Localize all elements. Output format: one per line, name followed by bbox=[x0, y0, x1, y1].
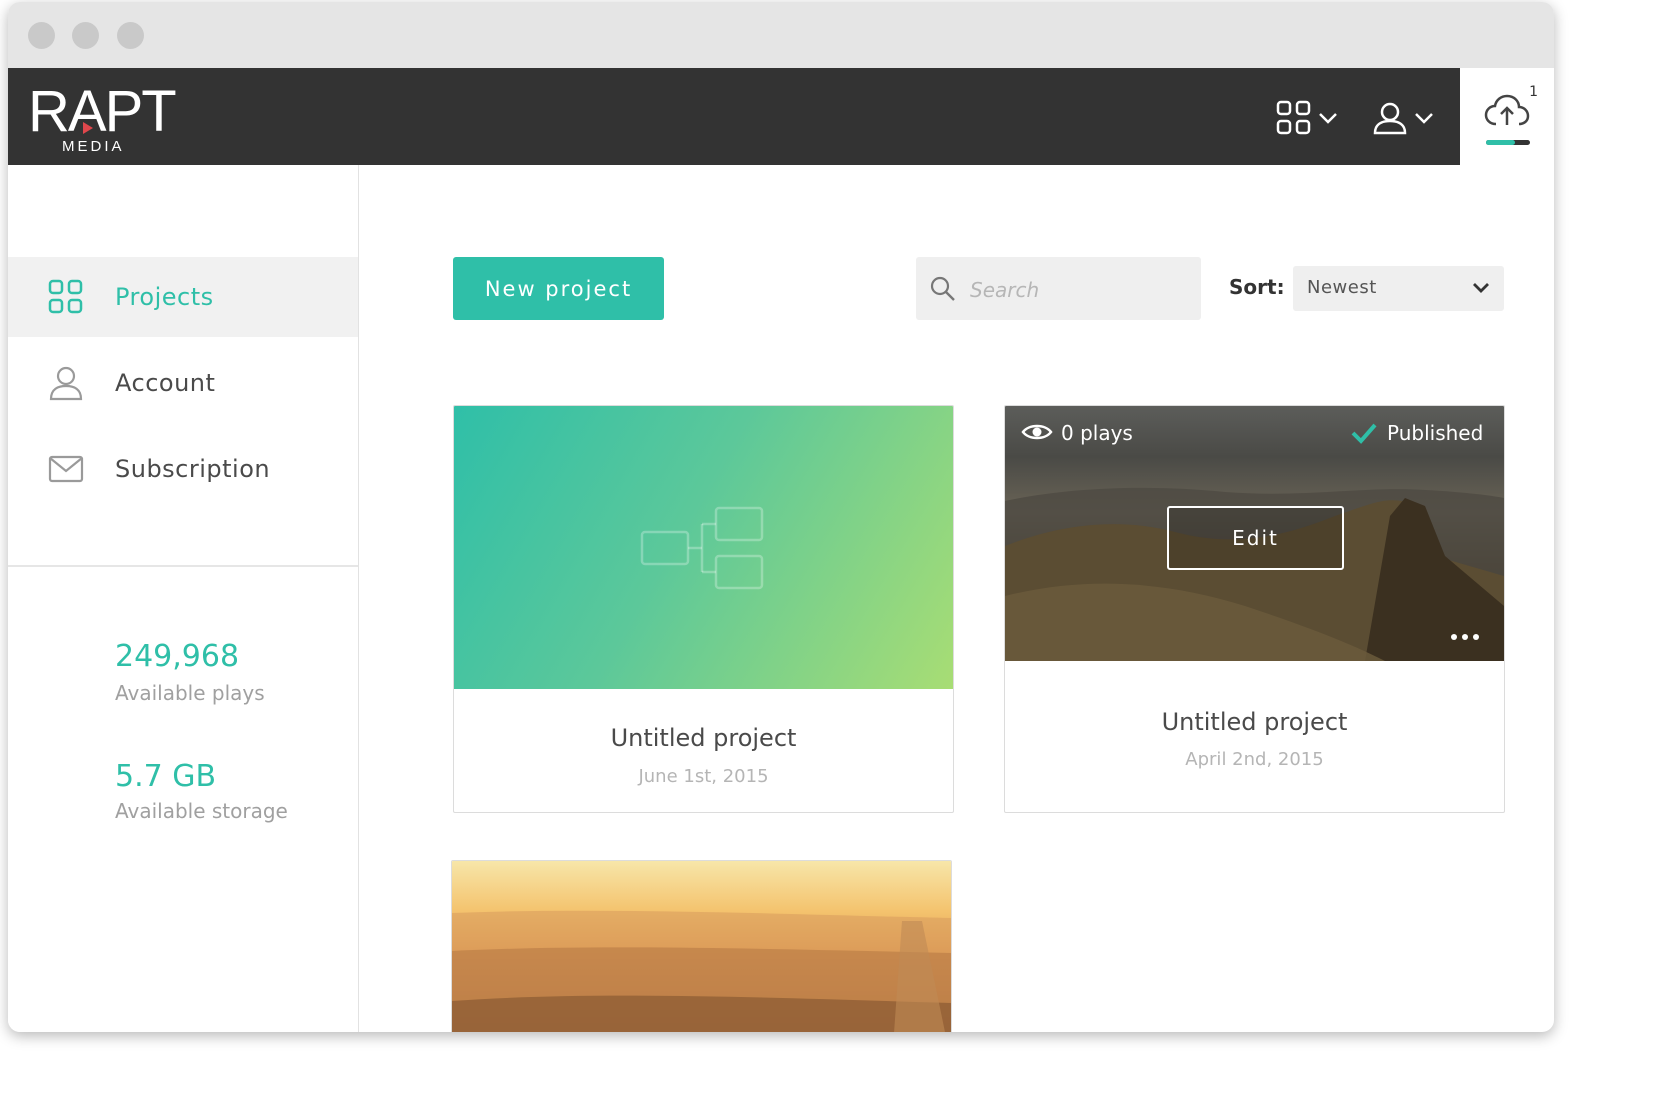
project-title: Untitled project bbox=[1161, 708, 1348, 736]
chevron-down-icon bbox=[1473, 283, 1489, 293]
top-navbar: RAPT MEDIA 1 bbox=[8, 68, 1554, 165]
sort-selected-value: Newest bbox=[1307, 277, 1377, 298]
cloud-upload-icon bbox=[1484, 94, 1530, 126]
project-date: April 2nd, 2015 bbox=[1185, 749, 1324, 770]
sidebar-item-account[interactable]: Account bbox=[8, 343, 358, 423]
upload-progress-bar bbox=[1486, 140, 1530, 145]
sidebar-item-label: Projects bbox=[115, 283, 214, 311]
project-title: Untitled project bbox=[610, 724, 797, 752]
new-project-button[interactable]: New project bbox=[453, 257, 664, 320]
window-minimize-button[interactable] bbox=[72, 22, 99, 49]
checkmark-icon bbox=[1351, 423, 1377, 444]
app-window: RAPT MEDIA 1 Projects Account Subscripti… bbox=[8, 2, 1554, 1032]
logo-subtext: MEDIA bbox=[62, 138, 125, 155]
search-icon bbox=[930, 276, 955, 301]
apps-menu-button[interactable] bbox=[1276, 98, 1338, 138]
eye-icon bbox=[1021, 424, 1053, 440]
search-input[interactable] bbox=[968, 257, 1192, 322]
project-date: June 1st, 2015 bbox=[638, 766, 769, 787]
sort-dropdown[interactable]: Newest bbox=[1293, 266, 1504, 311]
edit-project-button[interactable]: Edit bbox=[1167, 506, 1344, 570]
project-card[interactable]: 0 plays Published Edit Untitled project … bbox=[1004, 405, 1505, 813]
rapt-media-logo[interactable]: RAPT MEDIA bbox=[28, 82, 177, 156]
user-icon bbox=[49, 366, 83, 401]
user-icon bbox=[1373, 102, 1407, 135]
sort-label: Sort: bbox=[1229, 275, 1285, 299]
upload-progress-fill bbox=[1486, 140, 1515, 145]
flowchart-icon bbox=[640, 506, 764, 590]
sidebar-divider bbox=[8, 565, 358, 567]
search-box bbox=[916, 257, 1201, 322]
envelope-icon bbox=[48, 455, 84, 483]
grid-icon bbox=[48, 279, 83, 314]
project-thumbnail-placeholder bbox=[454, 406, 953, 689]
sidebar: Projects Account Subscription 249,968 Av… bbox=[8, 165, 359, 1032]
published-status: Published bbox=[1387, 421, 1484, 445]
city-sunset-image bbox=[452, 861, 951, 1032]
city-rooftops-image bbox=[452, 910, 951, 1032]
sidebar-item-label: Account bbox=[115, 369, 216, 397]
chevron-down-icon bbox=[1415, 113, 1433, 124]
available-storage-label: Available storage bbox=[115, 799, 288, 823]
sidebar-item-projects[interactable]: Projects bbox=[8, 257, 358, 337]
project-thumbnail: 0 plays Published Edit bbox=[1005, 406, 1504, 661]
window-maximize-button[interactable] bbox=[117, 22, 144, 49]
upload-status-button[interactable]: 1 bbox=[1460, 68, 1554, 165]
more-options-icon[interactable] bbox=[1449, 632, 1481, 642]
logo-play-icon bbox=[83, 122, 93, 134]
grid-icon bbox=[1276, 100, 1311, 135]
project-card[interactable]: Untitled project June 1st, 2015 bbox=[453, 405, 954, 813]
window-titlebar bbox=[8, 2, 1554, 68]
user-menu-button[interactable] bbox=[1372, 98, 1434, 138]
chevron-down-icon bbox=[1319, 113, 1337, 124]
sidebar-item-label: Subscription bbox=[115, 455, 271, 483]
plays-count: 0 plays bbox=[1061, 421, 1133, 445]
logo-text: RAPT bbox=[28, 79, 177, 144]
project-card[interactable] bbox=[451, 860, 952, 1032]
upload-count-badge: 1 bbox=[1529, 84, 1538, 100]
available-plays-label: Available plays bbox=[115, 681, 265, 705]
available-plays-value: 249,968 bbox=[115, 639, 240, 674]
sidebar-item-subscription[interactable]: Subscription bbox=[8, 429, 358, 509]
window-close-button[interactable] bbox=[28, 22, 55, 49]
available-storage-value: 5.7 GB bbox=[115, 759, 217, 794]
